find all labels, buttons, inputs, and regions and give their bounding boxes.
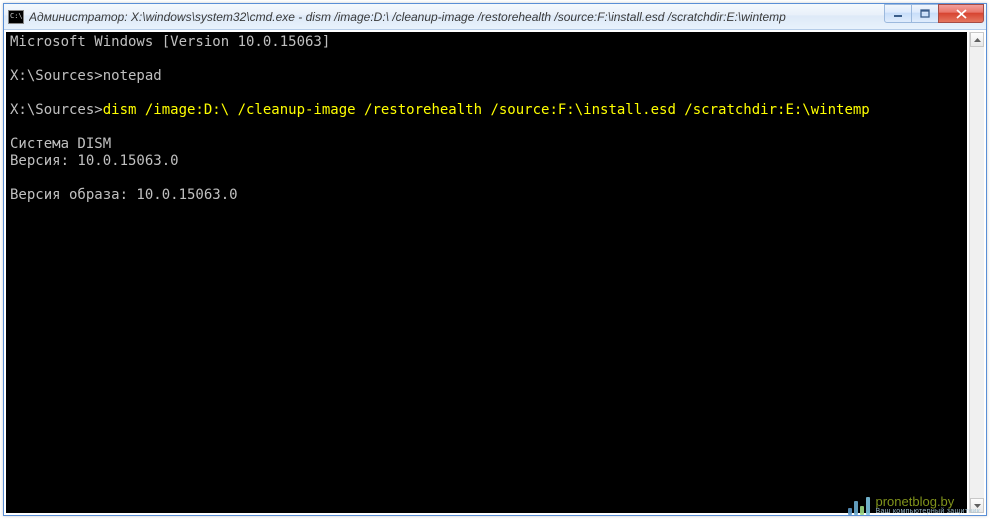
- watermark-subtitle: Ваш компьютерный защитник: [876, 508, 981, 515]
- vertical-scrollbar[interactable]: [969, 32, 984, 513]
- watermark: pronetblog.by Ваш компьютерный защитник: [848, 495, 981, 515]
- scroll-up-button[interactable]: [970, 32, 984, 47]
- prompt: X:\Sources>: [10, 102, 103, 118]
- titlebar[interactable]: C:\ Администратор: X:\windows\system32\c…: [4, 4, 986, 30]
- maximize-button[interactable]: [911, 4, 939, 23]
- output-line: Microsoft Windows [Version 10.0.15063]: [10, 34, 330, 50]
- watermark-logo-icon: [848, 497, 870, 515]
- terminal-output[interactable]: Microsoft Windows [Version 10.0.15063] X…: [6, 32, 967, 513]
- minimize-button[interactable]: [884, 4, 912, 23]
- cmd-window: C:\ Администратор: X:\windows\system32\c…: [3, 3, 987, 516]
- prompt: X:\Sources>: [10, 68, 103, 84]
- cmd-icon-text: C:\: [10, 13, 23, 20]
- output-line: Cистема DISM: [10, 136, 111, 152]
- maximize-icon: [920, 9, 930, 18]
- close-icon: [956, 9, 967, 19]
- chevron-up-icon: [974, 38, 981, 42]
- terminal-area: Microsoft Windows [Version 10.0.15063] X…: [4, 30, 986, 515]
- command: notepad: [103, 68, 162, 84]
- highlighted-command: dism /image:D:\ /cleanup-image /restoreh…: [103, 102, 870, 118]
- window-controls: [885, 4, 984, 23]
- watermark-text: pronetblog.by Ваш компьютерный защитник: [876, 495, 981, 515]
- output-line: Версия образа: 10.0.15063.0: [10, 187, 238, 203]
- close-button[interactable]: [938, 4, 984, 23]
- cmd-icon: C:\: [8, 10, 24, 24]
- minimize-icon: [893, 10, 903, 18]
- scroll-track[interactable]: [970, 47, 984, 498]
- window-title: Администратор: X:\windows\system32\cmd.e…: [29, 10, 885, 24]
- output-line: Версия: 10.0.15063.0: [10, 153, 179, 169]
- watermark-title: pronetblog.by: [876, 495, 981, 508]
